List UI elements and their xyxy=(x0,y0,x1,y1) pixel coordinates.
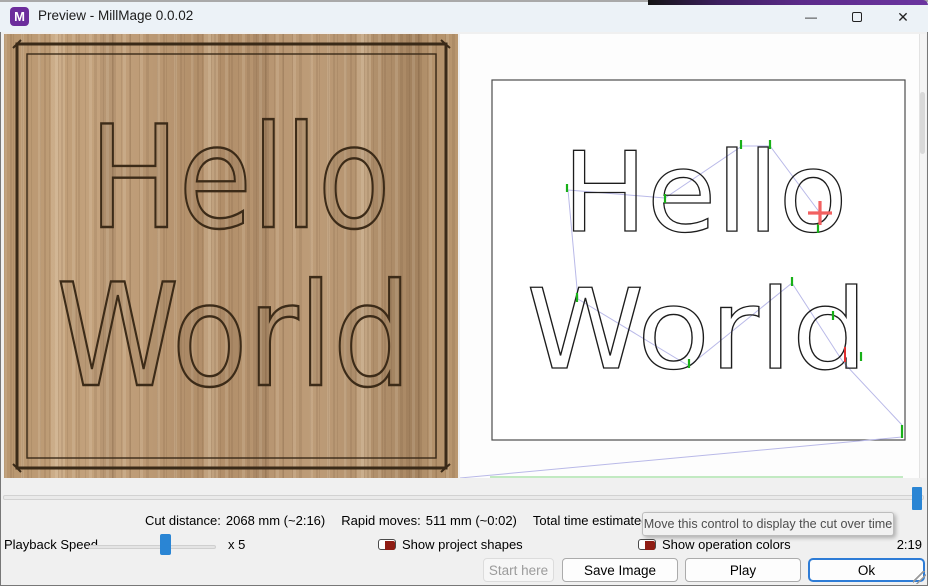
minimize-icon: — xyxy=(805,10,817,24)
tooltip-text: Move this control to display the cut ove… xyxy=(644,517,893,531)
time-scrubber-track[interactable] xyxy=(3,495,924,500)
minimize-button[interactable]: — xyxy=(788,2,834,32)
window-title: Preview - MillMage 0.0.02 xyxy=(38,8,193,23)
path-text-world: World xyxy=(527,266,868,395)
playback-speed-slider-track[interactable] xyxy=(88,545,216,549)
show-project-shapes-checkbox[interactable] xyxy=(378,539,396,550)
start-here-button[interactable]: Start here xyxy=(483,558,554,582)
rapid-moves-value: 511 mm (~0:02) xyxy=(426,513,517,528)
playback-speed-multiplier: x 5 xyxy=(228,537,245,552)
toolpath-preview-panel: Hello World xyxy=(460,34,926,478)
maximize-icon xyxy=(852,12,862,22)
panel-scrollbar[interactable] xyxy=(919,34,926,478)
rendered-preview-panel: Hello World xyxy=(4,34,458,478)
scrubber-tooltip: Move this control to display the cut ove… xyxy=(642,512,894,536)
carved-preview-graphic: Hello World xyxy=(4,34,458,478)
controls-row: Playback Speed x 5 Show project shapes S… xyxy=(0,533,928,557)
show-operation-colors-label[interactable]: Show operation colors xyxy=(662,537,791,552)
close-button[interactable]: ✕ xyxy=(880,2,926,32)
carved-text-hello: Hello xyxy=(90,96,391,261)
carved-text-world: World xyxy=(57,254,412,419)
cut-distance-label: Cut distance: xyxy=(145,513,221,528)
time-scrubber-handle[interactable] xyxy=(912,487,922,510)
playback-speed-slider-handle[interactable] xyxy=(160,534,171,555)
playback-speed-label: Playback Speed xyxy=(4,537,98,552)
show-operation-colors-checkbox[interactable] xyxy=(638,539,656,550)
window-controls: — ✕ xyxy=(788,2,926,32)
current-time-display: 2:19 xyxy=(897,537,922,552)
total-time-label: Total time estimated: xyxy=(533,513,652,528)
save-image-button[interactable]: Save Image xyxy=(562,558,678,582)
resize-grip[interactable] xyxy=(913,571,926,584)
panel-scrollbar-thumb[interactable] xyxy=(920,92,925,154)
toolpath-graphic: Hello World xyxy=(460,34,919,478)
app-logo-icon: M xyxy=(10,7,29,26)
rapid-moves-label: Rapid moves: xyxy=(341,513,420,528)
play-button[interactable]: Play xyxy=(685,558,801,582)
ok-button[interactable]: Ok xyxy=(808,558,925,582)
preview-window: M Preview - MillMage 0.0.02 — ✕ Hello Wo… xyxy=(0,0,928,586)
maximize-button[interactable] xyxy=(834,2,880,32)
checkbox-red-fill-icon xyxy=(645,541,655,550)
cut-distance-value: 2068 mm (~2:16) xyxy=(226,513,325,528)
main-window-accent xyxy=(648,0,928,5)
show-project-shapes-label[interactable]: Show project shapes xyxy=(402,537,523,552)
titlebar[interactable]: M Preview - MillMage 0.0.02 — ✕ xyxy=(0,2,928,32)
close-icon: ✕ xyxy=(897,9,909,26)
checkbox-red-fill-icon xyxy=(385,541,395,550)
status-bar: Cut distance: 2068 mm (~2:16) Rapid moves:… xyxy=(145,513,698,528)
path-text-hello: Hello xyxy=(563,129,848,258)
